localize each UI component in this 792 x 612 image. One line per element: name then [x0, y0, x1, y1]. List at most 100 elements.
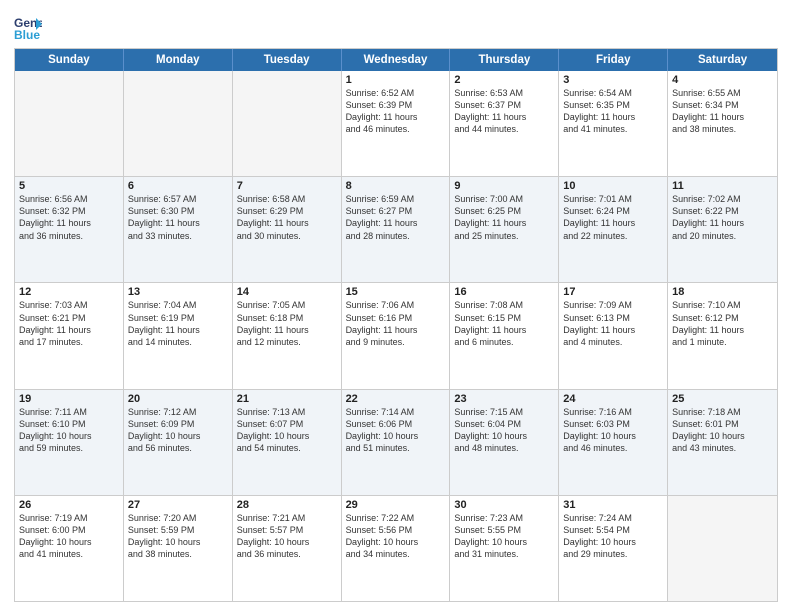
day-info: Sunrise: 6:52 AM Sunset: 6:39 PM Dayligh…	[346, 87, 446, 136]
header-day: Monday	[124, 49, 233, 71]
day-info: Sunrise: 7:01 AM Sunset: 6:24 PM Dayligh…	[563, 193, 663, 242]
calendar-cell: 11Sunrise: 7:02 AM Sunset: 6:22 PM Dayli…	[668, 177, 777, 282]
calendar-cell: 10Sunrise: 7:01 AM Sunset: 6:24 PM Dayli…	[559, 177, 668, 282]
day-number: 15	[346, 286, 446, 298]
calendar-row: 12Sunrise: 7:03 AM Sunset: 6:21 PM Dayli…	[15, 283, 777, 389]
day-info: Sunrise: 7:11 AM Sunset: 6:10 PM Dayligh…	[19, 406, 119, 455]
calendar-cell: 6Sunrise: 6:57 AM Sunset: 6:30 PM Daylig…	[124, 177, 233, 282]
day-number: 27	[128, 499, 228, 511]
day-info: Sunrise: 7:13 AM Sunset: 6:07 PM Dayligh…	[237, 406, 337, 455]
day-number: 6	[128, 180, 228, 192]
day-info: Sunrise: 7:20 AM Sunset: 5:59 PM Dayligh…	[128, 512, 228, 561]
day-number: 19	[19, 393, 119, 405]
day-number: 9	[454, 180, 554, 192]
day-info: Sunrise: 7:03 AM Sunset: 6:21 PM Dayligh…	[19, 299, 119, 348]
page: General Blue SundayMondayTuesdayWednesda…	[0, 0, 792, 612]
day-number: 3	[563, 74, 663, 86]
header-day: Saturday	[668, 49, 777, 71]
day-info: Sunrise: 7:09 AM Sunset: 6:13 PM Dayligh…	[563, 299, 663, 348]
calendar-cell: 22Sunrise: 7:14 AM Sunset: 6:06 PM Dayli…	[342, 390, 451, 495]
day-number: 21	[237, 393, 337, 405]
day-info: Sunrise: 7:04 AM Sunset: 6:19 PM Dayligh…	[128, 299, 228, 348]
day-number: 18	[672, 286, 773, 298]
day-number: 28	[237, 499, 337, 511]
day-number: 23	[454, 393, 554, 405]
day-number: 11	[672, 180, 773, 192]
day-info: Sunrise: 7:23 AM Sunset: 5:55 PM Dayligh…	[454, 512, 554, 561]
calendar-cell	[15, 71, 124, 176]
day-info: Sunrise: 6:55 AM Sunset: 6:34 PM Dayligh…	[672, 87, 773, 136]
calendar-cell: 25Sunrise: 7:18 AM Sunset: 6:01 PM Dayli…	[668, 390, 777, 495]
calendar-cell: 2Sunrise: 6:53 AM Sunset: 6:37 PM Daylig…	[450, 71, 559, 176]
day-number: 22	[346, 393, 446, 405]
day-info: Sunrise: 7:24 AM Sunset: 5:54 PM Dayligh…	[563, 512, 663, 561]
day-number: 14	[237, 286, 337, 298]
logo-icon: General Blue	[14, 14, 42, 42]
day-number: 25	[672, 393, 773, 405]
day-number: 20	[128, 393, 228, 405]
header-day: Tuesday	[233, 49, 342, 71]
day-info: Sunrise: 6:59 AM Sunset: 6:27 PM Dayligh…	[346, 193, 446, 242]
calendar-cell: 8Sunrise: 6:59 AM Sunset: 6:27 PM Daylig…	[342, 177, 451, 282]
calendar-cell: 3Sunrise: 6:54 AM Sunset: 6:35 PM Daylig…	[559, 71, 668, 176]
day-info: Sunrise: 7:22 AM Sunset: 5:56 PM Dayligh…	[346, 512, 446, 561]
header: General Blue	[14, 10, 778, 42]
day-number: 29	[346, 499, 446, 511]
day-number: 26	[19, 499, 119, 511]
day-number: 12	[19, 286, 119, 298]
calendar-cell: 16Sunrise: 7:08 AM Sunset: 6:15 PM Dayli…	[450, 283, 559, 388]
calendar-cell: 31Sunrise: 7:24 AM Sunset: 5:54 PM Dayli…	[559, 496, 668, 601]
svg-text:Blue: Blue	[14, 28, 40, 42]
calendar-cell: 27Sunrise: 7:20 AM Sunset: 5:59 PM Dayli…	[124, 496, 233, 601]
day-info: Sunrise: 7:14 AM Sunset: 6:06 PM Dayligh…	[346, 406, 446, 455]
calendar-cell: 24Sunrise: 7:16 AM Sunset: 6:03 PM Dayli…	[559, 390, 668, 495]
calendar-cell: 30Sunrise: 7:23 AM Sunset: 5:55 PM Dayli…	[450, 496, 559, 601]
calendar: SundayMondayTuesdayWednesdayThursdayFrid…	[14, 48, 778, 602]
day-info: Sunrise: 6:53 AM Sunset: 6:37 PM Dayligh…	[454, 87, 554, 136]
calendar-cell: 21Sunrise: 7:13 AM Sunset: 6:07 PM Dayli…	[233, 390, 342, 495]
day-info: Sunrise: 7:08 AM Sunset: 6:15 PM Dayligh…	[454, 299, 554, 348]
calendar-cell: 18Sunrise: 7:10 AM Sunset: 6:12 PM Dayli…	[668, 283, 777, 388]
day-info: Sunrise: 6:58 AM Sunset: 6:29 PM Dayligh…	[237, 193, 337, 242]
day-info: Sunrise: 7:21 AM Sunset: 5:57 PM Dayligh…	[237, 512, 337, 561]
calendar-cell	[233, 71, 342, 176]
calendar-cell: 15Sunrise: 7:06 AM Sunset: 6:16 PM Dayli…	[342, 283, 451, 388]
header-day: Thursday	[450, 49, 559, 71]
day-info: Sunrise: 6:57 AM Sunset: 6:30 PM Dayligh…	[128, 193, 228, 242]
day-info: Sunrise: 6:56 AM Sunset: 6:32 PM Dayligh…	[19, 193, 119, 242]
day-info: Sunrise: 7:02 AM Sunset: 6:22 PM Dayligh…	[672, 193, 773, 242]
day-info: Sunrise: 6:54 AM Sunset: 6:35 PM Dayligh…	[563, 87, 663, 136]
day-info: Sunrise: 7:00 AM Sunset: 6:25 PM Dayligh…	[454, 193, 554, 242]
calendar-cell: 14Sunrise: 7:05 AM Sunset: 6:18 PM Dayli…	[233, 283, 342, 388]
header-day: Sunday	[15, 49, 124, 71]
calendar-cell: 1Sunrise: 6:52 AM Sunset: 6:39 PM Daylig…	[342, 71, 451, 176]
calendar-cell: 5Sunrise: 6:56 AM Sunset: 6:32 PM Daylig…	[15, 177, 124, 282]
calendar-cell: 9Sunrise: 7:00 AM Sunset: 6:25 PM Daylig…	[450, 177, 559, 282]
calendar-cell: 13Sunrise: 7:04 AM Sunset: 6:19 PM Dayli…	[124, 283, 233, 388]
calendar-cell: 19Sunrise: 7:11 AM Sunset: 6:10 PM Dayli…	[15, 390, 124, 495]
day-number: 31	[563, 499, 663, 511]
calendar-cell: 17Sunrise: 7:09 AM Sunset: 6:13 PM Dayli…	[559, 283, 668, 388]
calendar-cell: 29Sunrise: 7:22 AM Sunset: 5:56 PM Dayli…	[342, 496, 451, 601]
day-number: 1	[346, 74, 446, 86]
calendar-cell: 4Sunrise: 6:55 AM Sunset: 6:34 PM Daylig…	[668, 71, 777, 176]
calendar-header: SundayMondayTuesdayWednesdayThursdayFrid…	[15, 49, 777, 71]
day-info: Sunrise: 7:05 AM Sunset: 6:18 PM Dayligh…	[237, 299, 337, 348]
day-info: Sunrise: 7:18 AM Sunset: 6:01 PM Dayligh…	[672, 406, 773, 455]
day-number: 13	[128, 286, 228, 298]
day-number: 16	[454, 286, 554, 298]
header-day: Wednesday	[342, 49, 451, 71]
logo: General Blue	[14, 14, 46, 42]
calendar-cell: 28Sunrise: 7:21 AM Sunset: 5:57 PM Dayli…	[233, 496, 342, 601]
calendar-cell	[668, 496, 777, 601]
calendar-row: 26Sunrise: 7:19 AM Sunset: 6:00 PM Dayli…	[15, 496, 777, 601]
day-number: 4	[672, 74, 773, 86]
day-number: 30	[454, 499, 554, 511]
day-number: 2	[454, 74, 554, 86]
day-info: Sunrise: 7:12 AM Sunset: 6:09 PM Dayligh…	[128, 406, 228, 455]
day-info: Sunrise: 7:06 AM Sunset: 6:16 PM Dayligh…	[346, 299, 446, 348]
calendar-cell: 26Sunrise: 7:19 AM Sunset: 6:00 PM Dayli…	[15, 496, 124, 601]
calendar-cell: 20Sunrise: 7:12 AM Sunset: 6:09 PM Dayli…	[124, 390, 233, 495]
day-info: Sunrise: 7:16 AM Sunset: 6:03 PM Dayligh…	[563, 406, 663, 455]
calendar-cell: 7Sunrise: 6:58 AM Sunset: 6:29 PM Daylig…	[233, 177, 342, 282]
